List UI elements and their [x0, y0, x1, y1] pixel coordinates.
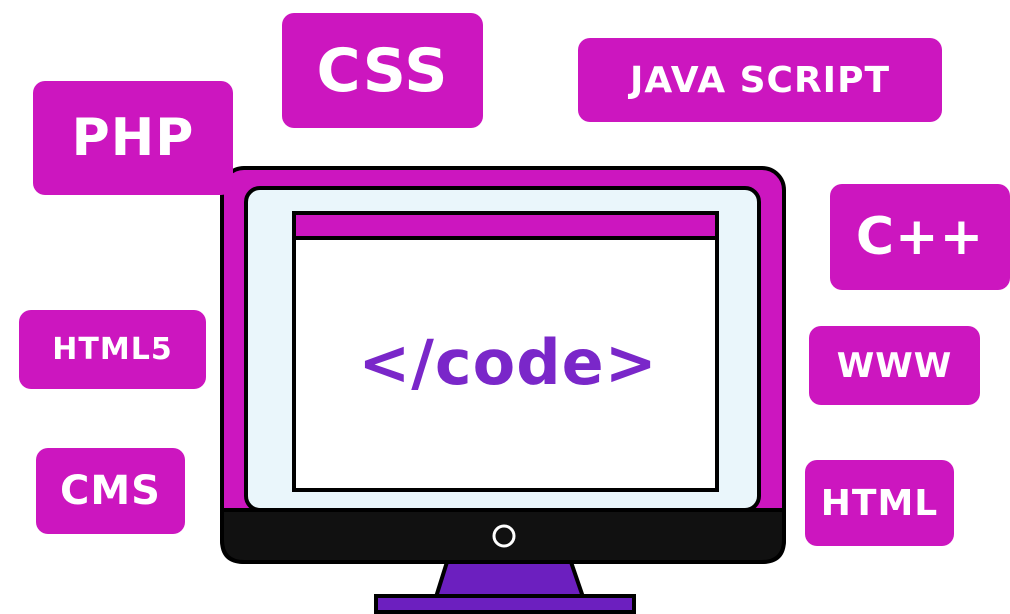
monitor-stand-neck: [433, 560, 586, 599]
tag-html: HTML: [805, 460, 954, 546]
tag-html5: HTML5: [19, 310, 206, 389]
monitor-stand-base: [374, 594, 636, 614]
tag-cms: CMS: [36, 448, 185, 534]
tag-www: WWW: [809, 326, 980, 405]
tag-css: CSS: [282, 13, 483, 128]
tag-cpp: C++: [830, 184, 1010, 290]
tag-javascript: JAVA SCRIPT: [578, 38, 942, 122]
code-text: </code>: [358, 326, 658, 399]
tag-php: PHP: [33, 81, 233, 195]
monitor-chin: [220, 508, 786, 564]
code-window-titlebar: [292, 211, 719, 240]
